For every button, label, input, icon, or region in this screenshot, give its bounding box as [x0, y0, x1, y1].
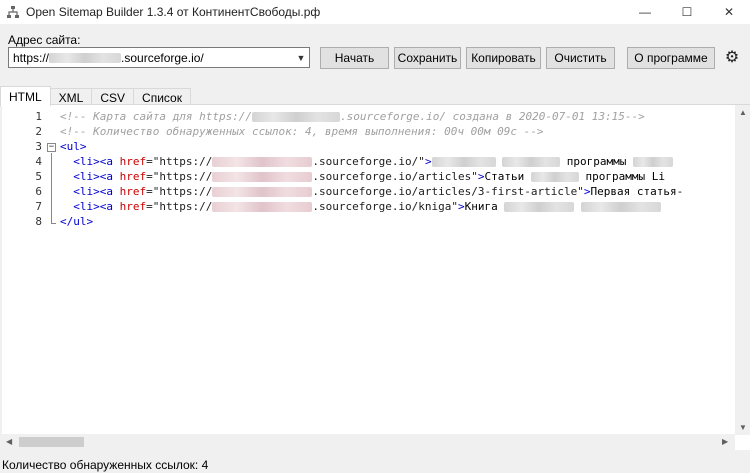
scroll-down-icon[interactable]: ▼: [739, 423, 747, 432]
scroll-right-icon[interactable]: ▶: [722, 437, 728, 446]
line-number: 1: [35, 110, 42, 123]
window-title: Open Sitemap Builder 1.3.4 от КонтинентС…: [26, 5, 321, 19]
start-button[interactable]: Начать: [320, 47, 389, 69]
fold-guide: [51, 153, 52, 223]
scroll-left-icon[interactable]: ◀: [6, 437, 12, 446]
about-button[interactable]: О программе: [627, 47, 715, 69]
address-suffix: .sourceforge.io/: [121, 50, 204, 65]
app-window: Open Sitemap Builder 1.3.4 от КонтинентС…: [0, 0, 750, 473]
address-label: Адрес сайта:: [8, 33, 81, 47]
chevron-down-icon[interactable]: ▼: [293, 48, 309, 67]
code-line-8: </ul>: [60, 215, 94, 228]
minimize-button[interactable]: —: [624, 0, 666, 24]
code-line-3: <ul>: [60, 140, 87, 153]
fold-end-marker: [51, 223, 56, 224]
fold-collapse-icon[interactable]: −: [47, 143, 56, 152]
close-icon: ✕: [723, 5, 735, 19]
app-icon: [7, 6, 19, 18]
maximize-icon: ☐: [681, 5, 693, 19]
clear-button[interactable]: Очистить: [546, 47, 615, 69]
gear-icon[interactable]: ⚙: [723, 48, 741, 66]
code-line-1: <!-- Карта сайта для https://.sourceforg…: [60, 110, 645, 123]
copy-button[interactable]: Копировать: [466, 47, 541, 69]
address-combobox[interactable]: https:// .sourceforge.io/ ▼: [8, 47, 310, 68]
maximize-button[interactable]: ☐: [666, 0, 708, 24]
line-number: 4: [35, 155, 42, 168]
close-button[interactable]: ✕: [708, 0, 750, 24]
save-button[interactable]: Сохранить: [394, 47, 461, 69]
tab-bar: HTML XML CSV Список: [0, 86, 191, 106]
line-number: 8: [35, 215, 42, 228]
line-number: 7: [35, 200, 42, 213]
code-editor[interactable]: 1 2 3 4 5 6 7 8 − <!-- Карта сайта для h…: [2, 104, 750, 450]
code-line-2: <!-- Количество обнаруженных ссылок: 4, …: [60, 125, 544, 138]
code-area[interactable]: <!-- Карта сайта для https://.sourceforg…: [60, 105, 736, 435]
address-redacted: [49, 53, 122, 64]
horizontal-scroll-thumb[interactable]: [19, 437, 84, 447]
line-number: 5: [35, 170, 42, 183]
vertical-scrollbar[interactable]: ▲ ▼: [735, 105, 750, 435]
code-line-6: <li><a href="https://.sourceforge.io/art…: [73, 185, 684, 198]
horizontal-scrollbar[interactable]: ◀ ▶: [2, 434, 735, 450]
code-line-7: <li><a href="https://.sourceforge.io/kni…: [60, 199, 662, 214]
title-bar: Open Sitemap Builder 1.3.4 от КонтинентС…: [0, 0, 750, 24]
address-input[interactable]: https:// .sourceforge.io/: [9, 51, 293, 65]
status-bar: Количество обнаруженных ссылок: 4: [0, 456, 750, 473]
line-number: 3: [35, 140, 42, 153]
status-links-found: Количество обнаруженных ссылок: 4: [2, 457, 209, 472]
tab-html[interactable]: HTML: [0, 86, 51, 106]
line-number: 2: [35, 125, 42, 138]
line-number: 6: [35, 185, 42, 198]
scroll-up-icon[interactable]: ▲: [739, 108, 747, 117]
code-line-4: <li><a href="https://.sourceforge.io/"> …: [60, 154, 674, 169]
code-line-5: <li><a href="https://.sourceforge.io/art…: [73, 170, 665, 183]
minimize-icon: —: [639, 5, 651, 19]
line-gutter: 1 2 3 4 5 6 7 8 −: [2, 105, 59, 435]
address-prefix: https://: [13, 50, 50, 65]
